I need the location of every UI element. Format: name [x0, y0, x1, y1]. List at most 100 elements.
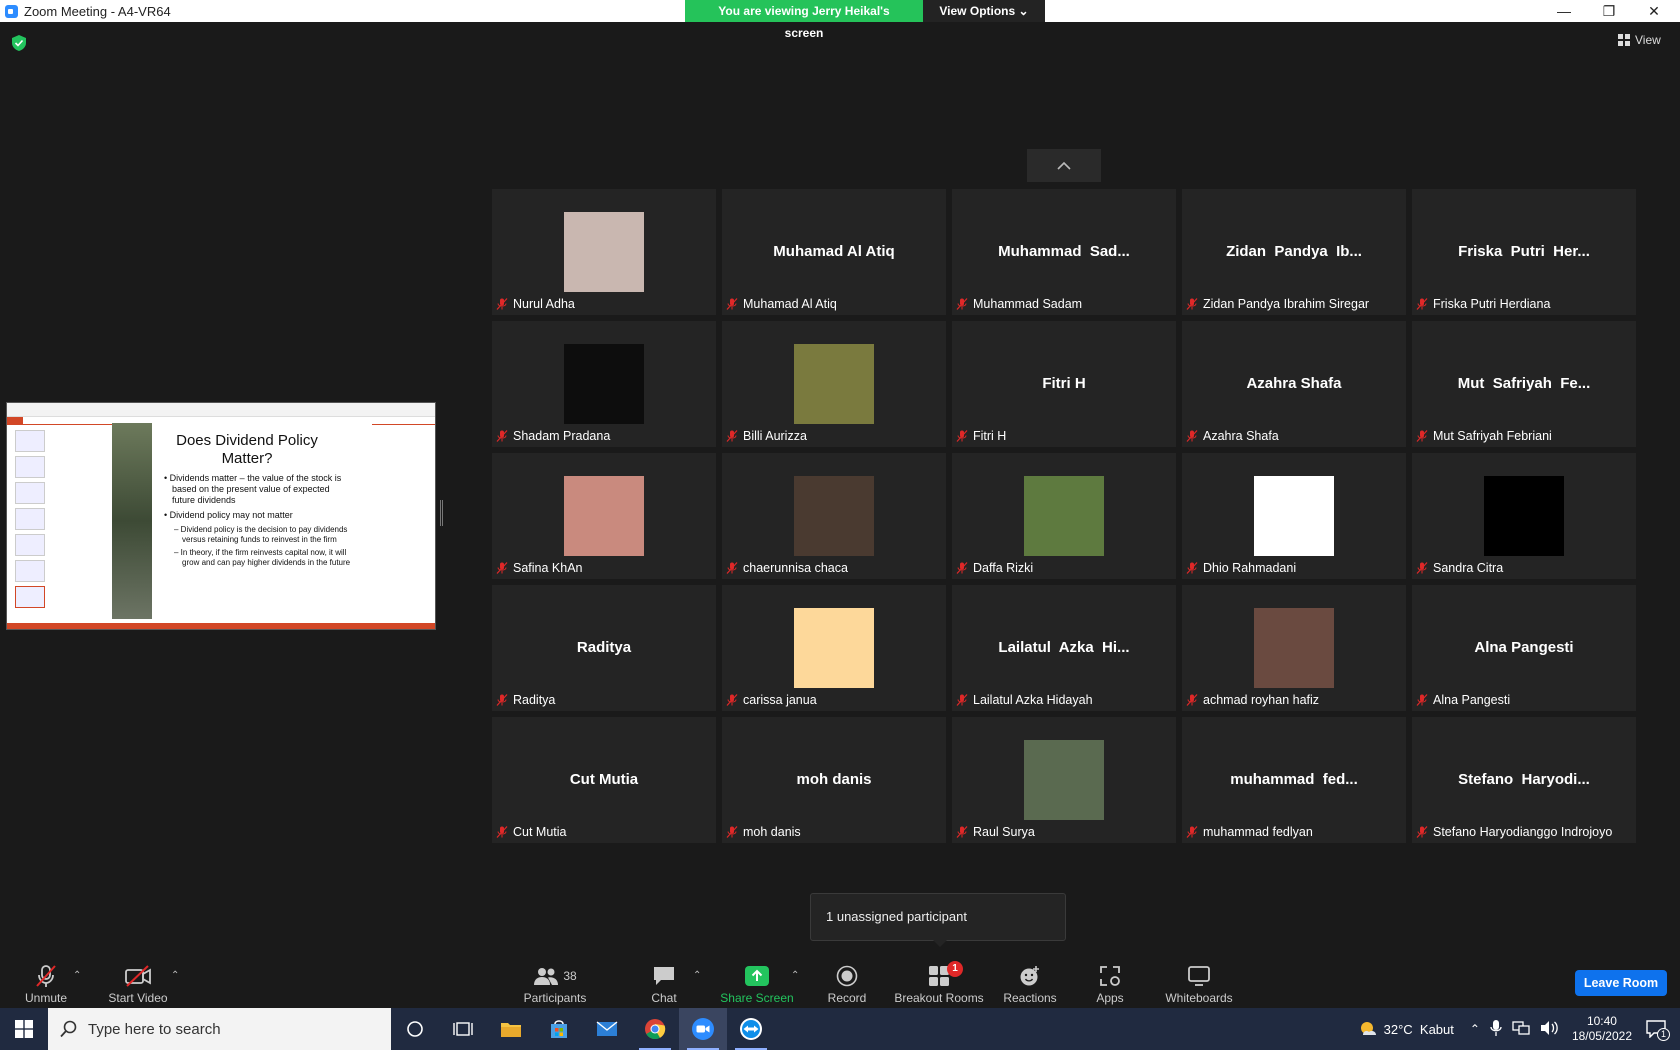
participant-name-label: Azahra Shafa — [1186, 429, 1279, 443]
participant-tile[interactable]: carissa janua — [722, 585, 946, 711]
participant-tile[interactable]: Alna Pangesti Alna Pangesti — [1412, 585, 1636, 711]
network-icon[interactable] — [1512, 1020, 1530, 1039]
participant-name: Nurul Adha — [513, 297, 575, 311]
breakout-rooms-button[interactable]: 1 Breakout Rooms — [894, 956, 984, 1008]
file-explorer-button[interactable] — [487, 1008, 535, 1050]
participant-tile[interactable]: Zidan Pandya Ib... Zidan Pandya Ibrahim S… — [1182, 189, 1406, 315]
clock-time: 10:40 — [1586, 1014, 1617, 1028]
unmute-button[interactable]: Unmute — [22, 956, 70, 1008]
view-options-button[interactable]: View Options ⌄ — [923, 0, 1045, 22]
taskbar-search-box[interactable]: Type here to search — [48, 1008, 391, 1050]
participant-tile[interactable]: Azahra Shafa Azahra Shafa — [1182, 321, 1406, 447]
cortana-button[interactable] — [391, 1008, 439, 1050]
participant-tile[interactable]: Safina KhAn — [492, 453, 716, 579]
participants-icon — [534, 968, 559, 985]
shared-screen-view[interactable]: Does Dividend Policy Matter? • Dividends… — [6, 402, 436, 630]
participant-display-name: Alna Pangesti — [1474, 639, 1574, 656]
participant-video-thumbnail — [1254, 476, 1334, 556]
notifications-icon[interactable]: 1 — [1646, 1020, 1670, 1041]
tray-overflow-icon[interactable]: ⌃ — [1470, 1022, 1480, 1036]
participant-tile[interactable]: muhammad fed... muhammad fedlyan — [1182, 717, 1406, 843]
record-label: Record — [827, 991, 867, 1005]
participants-label: Participants — [523, 991, 587, 1005]
participant-display-name: Zidan Pandya Ib... — [1226, 243, 1362, 260]
zoom-taskbar-button[interactable] — [679, 1008, 727, 1050]
participant-video-thumbnail — [564, 344, 644, 424]
video-off-icon — [125, 965, 151, 987]
participant-tile[interactable]: Billi Aurizza — [722, 321, 946, 447]
mic-muted-icon — [1416, 694, 1428, 706]
participant-name: Mut Safriyah Febriani — [1433, 429, 1552, 443]
restore-button[interactable]: ❐ — [1587, 0, 1631, 22]
close-button[interactable]: ✕ — [1632, 0, 1676, 22]
mic-muted-icon — [956, 430, 968, 442]
slide-title: Does Dividend Policy Matter? — [176, 432, 318, 467]
teamviewer-button[interactable] — [727, 1008, 775, 1050]
chat-label: Chat — [651, 991, 677, 1005]
participant-tile[interactable]: Lailatul Azka Hi... Lailatul Azka Hidayah — [952, 585, 1176, 711]
apps-button[interactable]: Apps — [1094, 956, 1126, 1008]
reactions-button[interactable]: Reactions — [1002, 956, 1058, 1008]
participant-name-label: Shadam Pradana — [496, 429, 610, 443]
start-button[interactable] — [0, 1008, 48, 1050]
weather-text[interactable]: 32°C Kabut — [1384, 1022, 1454, 1037]
volume-icon[interactable] — [1540, 1020, 1558, 1039]
participant-tile[interactable]: chaerunnisa chaca — [722, 453, 946, 579]
participant-video-thumbnail — [794, 608, 874, 688]
participant-name: Azahra Shafa — [1203, 429, 1279, 443]
participant-tile[interactable]: Mut Safriyah Fe... Mut Safriyah Febriani — [1412, 321, 1636, 447]
participant-tile[interactable]: Sandra Citra — [1412, 453, 1636, 579]
mail-button[interactable] — [583, 1008, 631, 1050]
participant-tile[interactable]: Fitri H Fitri H — [952, 321, 1176, 447]
participant-tile[interactable]: Raditya Raditya — [492, 585, 716, 711]
microphone-tray-icon[interactable] — [1490, 1019, 1502, 1039]
slide-bullet: • Dividends matter – the value of the st… — [164, 473, 342, 505]
leave-room-button[interactable]: Leave Room — [1575, 970, 1667, 996]
encryption-shield-icon[interactable] — [12, 35, 26, 51]
store-button[interactable] — [535, 1008, 583, 1050]
participant-name-label: Raditya — [496, 693, 555, 707]
chat-button[interactable]: Chat — [648, 956, 680, 1008]
chrome-button[interactable] — [631, 1008, 679, 1050]
participant-name: achmad royhan hafiz — [1203, 693, 1320, 707]
taskbar-clock[interactable]: 10:40 18/05/2022 — [1572, 1014, 1632, 1044]
share-screen-button[interactable]: Share Screen — [720, 956, 794, 1008]
participant-tile[interactable]: Dhio Rahmadani — [1182, 453, 1406, 579]
teamviewer-icon — [740, 1018, 762, 1040]
participant-tile[interactable]: Stefano Haryodi... Stefano Haryodianggo I… — [1412, 717, 1636, 843]
participant-tile[interactable]: Raul Surya — [952, 717, 1176, 843]
clock-date: 18/05/2022 — [1571, 1029, 1632, 1043]
participant-tile[interactable]: Daffa Rizki — [952, 453, 1176, 579]
gallery-page-up-button[interactable] — [1027, 149, 1101, 182]
mic-muted-icon — [726, 298, 738, 310]
audio-options-caret-icon[interactable]: ⌃ — [73, 970, 81, 981]
participant-tile[interactable]: Shadam Pradana — [492, 321, 716, 447]
task-view-button[interactable] — [439, 1008, 487, 1050]
participant-tile[interactable]: Friska Putri Her... Friska Putri Herdiana — [1412, 189, 1636, 315]
mic-muted-icon — [726, 826, 738, 838]
start-video-button[interactable]: Start Video — [103, 956, 173, 1008]
mic-muted-icon — [1186, 826, 1198, 838]
participant-name: Dhio Rahmadani — [1203, 561, 1297, 575]
view-button[interactable]: View — [1618, 33, 1661, 47]
breakout-badge: 1 — [947, 961, 963, 977]
video-options-caret-icon[interactable]: ⌃ — [171, 970, 179, 981]
participants-button[interactable]: 38 Participants — [520, 956, 590, 1008]
record-button[interactable]: Record — [826, 956, 868, 1008]
participant-tile[interactable]: achmad royhan hafiz — [1182, 585, 1406, 711]
whiteboards-button[interactable]: Whiteboards — [1164, 956, 1234, 1008]
participant-tile[interactable]: Nurul Adha — [492, 189, 716, 315]
share-screen-icon — [745, 966, 769, 986]
participant-tile[interactable]: moh danis moh danis — [722, 717, 946, 843]
split-resize-handle[interactable] — [440, 500, 443, 526]
chat-options-caret-icon[interactable]: ⌃ — [693, 970, 701, 981]
share-options-caret-icon[interactable]: ⌃ — [791, 970, 799, 981]
weather-icon[interactable] — [1358, 1019, 1378, 1039]
participant-name: Billi Aurizza — [743, 429, 807, 443]
whiteboards-label: Whiteboards — [1165, 991, 1233, 1005]
participant-name: carissa janua — [743, 693, 817, 707]
participant-tile[interactable]: Muhamad Al Atiq Muhamad Al Atiq — [722, 189, 946, 315]
participant-tile[interactable]: Muhammad Sad... Muhammad Sadam — [952, 189, 1176, 315]
minimize-button[interactable]: — — [1542, 0, 1586, 22]
participant-tile[interactable]: Cut Mutia Cut Mutia — [492, 717, 716, 843]
